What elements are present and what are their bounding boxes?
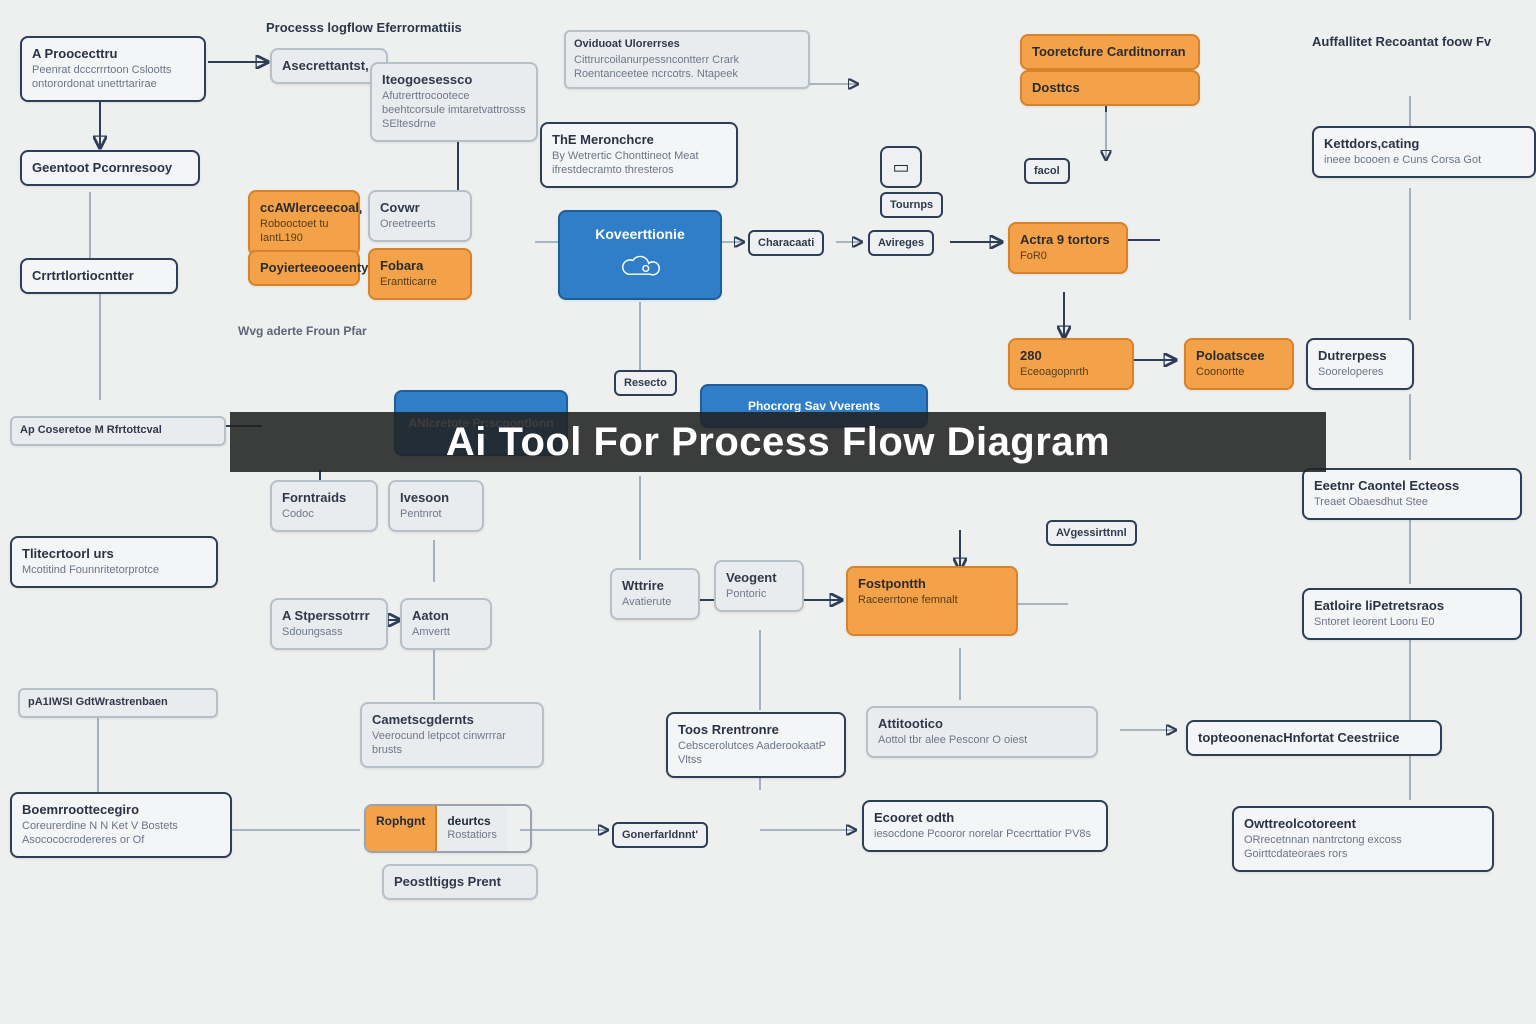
overlay-title: Ai Tool For Process Flow Diagram (230, 412, 1326, 472)
node-gray: Covwr Oreetreerts (368, 190, 472, 242)
node-outline: ThE Meronchcre By Wetrertic Chonttineot … (540, 122, 738, 188)
chip: Avireges (868, 230, 934, 256)
node-outline: Geentoot Pcornresooy (20, 150, 200, 186)
node-outline: Dutrerpess Sooreloperes (1306, 338, 1414, 390)
node-outline: Crrtrtlortiocntter (20, 258, 178, 294)
node-gray: A Stperssotrrr Sdoungsass (270, 598, 388, 650)
node-gray: Iteogoesessco Afutrerttrocootece beehtco… (370, 62, 538, 142)
node-orange: Dosttcs (1020, 70, 1200, 106)
node-outline: Toos Rrentronre Cebscerolutces Aaderooka… (666, 712, 846, 778)
node-orange: Fostpontth Raceerrtone femnalt (846, 566, 1018, 636)
node-outline: Kettdors,cating ineee bcooen e Cuns Cors… (1312, 126, 1536, 178)
node-orange: 280 Eceoagopnrth (1008, 338, 1134, 390)
node-outline: Eeetnr Caontel Ecteoss Treaet Obaesdhut … (1302, 468, 1522, 520)
node-outline: Boemrroottecegiro Coreurerdine N N Ket V… (10, 792, 232, 858)
node-gray: Forntraids Codoc (270, 480, 378, 532)
chip: AVgessirttnnl (1046, 520, 1137, 546)
node-outline: Owttreolcotoreent ORrecetnnan nantrctong… (1232, 806, 1494, 872)
chip: Resecto (614, 370, 677, 396)
node-orange: Fobara Erantticarre (368, 248, 472, 300)
node-orange: Tooretcfure Carditnorran (1020, 34, 1200, 70)
node-outline: Ecooret odth iesocdone Pcooror norelar P… (862, 800, 1108, 852)
node-gray: Ap Coseretoe M Rfrtottcval (10, 416, 226, 446)
section-label: Auffallitet Recoantat foow Fv (1312, 34, 1491, 49)
chip: Tournps (880, 192, 943, 218)
section-label: Processs logflow Eferrormattiis (266, 20, 462, 35)
node-outline: Eatloire liPetretsraos Sntoret Ieorent L… (1302, 588, 1522, 640)
node-gray: Oviduoat Ulorerrses Cittrurcoilanurpessn… (564, 30, 810, 89)
diagram-canvas: Processs logflow Eferrormattiis Auffalli… (0, 0, 1536, 1024)
chip: facol (1024, 158, 1070, 184)
node-gray: Ivesoon Pentnrot (388, 480, 484, 532)
node-gray: pA1IWSI GdtWrastrenbaen (18, 688, 218, 718)
node-split: Rophgnt deurtcs Rostatiors (364, 804, 532, 853)
node-gray: Peostltiggs Prent (382, 864, 538, 900)
node-outline: topteoonenacHnfortat Ceestriice (1186, 720, 1442, 756)
chip: Characaati (748, 230, 824, 256)
node-orange: Actra 9 tortors FoR0 (1008, 222, 1128, 274)
node-orange: Poyierteeooeenty (248, 250, 360, 286)
node-outline: Tlitecrtoorl urs Mcotitind Founnritetorp… (10, 536, 218, 588)
chip: Gonerfarldnnt' (612, 822, 708, 848)
cloud-icon (617, 250, 663, 284)
node-gray: Wttrire Avatierute (610, 568, 700, 620)
node-orange: ccAWlerceecoal Robooctoet tu IantL190 (248, 190, 360, 256)
node-gray: Veogent Pontoric (714, 560, 804, 612)
node-gray: Cametscgdernts Veerocund letpcot cinwrrr… (360, 702, 544, 768)
section-label: Wvg aderte Froun Pfar (238, 324, 367, 338)
node-orange: Poloatscee Coonortte (1184, 338, 1294, 390)
node-blue-central: Koveerttionie (558, 210, 722, 300)
node-gray: Aaton Amvertt (400, 598, 492, 650)
icon-box: ▭ (880, 146, 922, 188)
node-outline: A Proocecttru Peenrat dcccrrrtoon Csloot… (20, 36, 206, 102)
node-gray: Attitootico Aottol tbr alee Pesconr O oi… (866, 706, 1098, 758)
